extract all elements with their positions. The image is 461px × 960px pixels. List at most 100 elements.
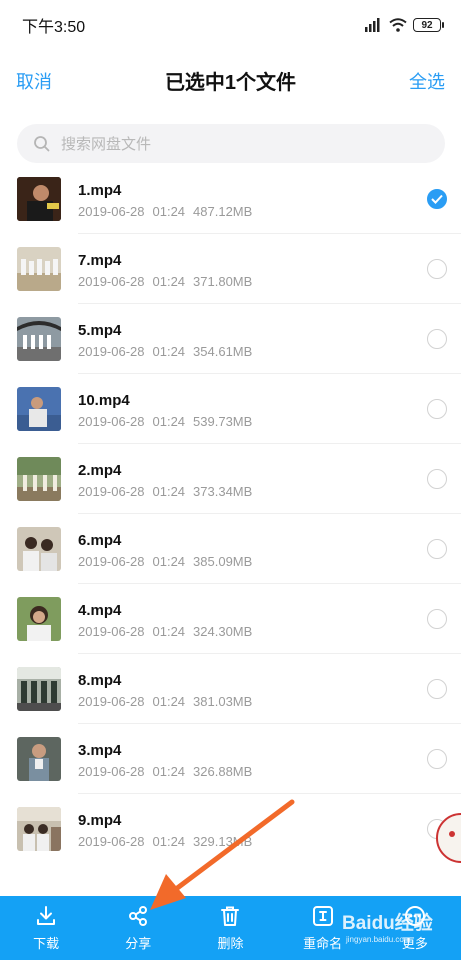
file-time: 01:24 bbox=[152, 274, 186, 289]
file-name: 2.mp4 bbox=[78, 462, 122, 479]
file-meta: 2019-06-28 01:24 385.09MB bbox=[78, 554, 260, 569]
file-size: 373.34MB bbox=[193, 484, 253, 499]
cancel-button[interactable]: 取消 bbox=[16, 68, 52, 94]
video-thumbnail bbox=[17, 177, 61, 221]
share-button[interactable]: 分享 bbox=[92, 896, 184, 960]
video-thumbnail bbox=[17, 387, 61, 431]
search-input[interactable]: 搜索网盘文件 bbox=[17, 124, 445, 163]
file-size: 329.13MB bbox=[193, 834, 253, 849]
file-name: 1.mp4 bbox=[78, 182, 122, 199]
file-row[interactable]: 3.mp4 2019-06-28 01:24 326.88MB bbox=[0, 724, 461, 794]
file-date: 2019-06-28 bbox=[78, 484, 145, 499]
file-date: 2019-06-28 bbox=[78, 554, 145, 569]
file-row[interactable]: 5.mp4 2019-06-28 01:24 354.61MB bbox=[0, 304, 461, 374]
file-name: 3.mp4 bbox=[78, 742, 122, 759]
select-checkbox[interactable] bbox=[427, 399, 447, 419]
file-name: 5.mp4 bbox=[78, 322, 122, 339]
video-thumbnail bbox=[17, 247, 61, 291]
file-row[interactable]: 6.mp4 2019-06-28 01:24 385.09MB bbox=[0, 514, 461, 584]
wifi-icon bbox=[389, 18, 407, 32]
file-name: 9.mp4 bbox=[78, 812, 122, 829]
file-row[interactable]: 4.mp4 2019-06-28 01:24 324.30MB bbox=[0, 584, 461, 654]
file-name: 6.mp4 bbox=[78, 532, 122, 549]
file-row[interactable]: 2.mp4 2019-06-28 01:24 373.34MB bbox=[0, 444, 461, 514]
trash-icon bbox=[221, 906, 240, 926]
file-time: 01:24 bbox=[152, 624, 186, 639]
file-name: 4.mp4 bbox=[78, 602, 122, 619]
share-label: 分享 bbox=[125, 935, 152, 951]
file-meta: 2019-06-28 01:24 326.88MB bbox=[78, 764, 260, 779]
select-checkbox[interactable] bbox=[427, 329, 447, 349]
file-meta: 2019-06-28 01:24 373.34MB bbox=[78, 484, 260, 499]
select-checkbox[interactable] bbox=[427, 609, 447, 629]
video-thumbnail bbox=[17, 317, 61, 361]
file-row[interactable]: 10.mp4 2019-06-28 01:24 539.73MB bbox=[0, 374, 461, 444]
file-list: 1.mp4 2019-06-28 01:24 487.12MB 7.mp4 2019… bbox=[0, 164, 461, 864]
rename-icon bbox=[312, 905, 333, 926]
file-meta: 2019-06-28 01:24 329.13MB bbox=[78, 834, 260, 849]
video-thumbnail bbox=[17, 457, 61, 501]
file-meta: 2019-06-28 01:24 487.12MB bbox=[78, 204, 260, 219]
file-size: 539.73MB bbox=[193, 414, 253, 429]
rename-label: 重命名 bbox=[303, 935, 343, 951]
file-time: 01:24 bbox=[152, 834, 186, 849]
download-icon bbox=[37, 905, 56, 925]
file-name: 8.mp4 bbox=[78, 672, 122, 689]
search-icon bbox=[34, 135, 50, 151]
baidu-watermark: Baidu经验 bbox=[342, 913, 433, 934]
file-size: 487.12MB bbox=[193, 204, 253, 219]
share-icon bbox=[129, 905, 148, 926]
file-row[interactable]: 8.mp4 2019-06-28 01:24 381.03MB bbox=[0, 654, 461, 724]
status-bar: 下午3:50 92 bbox=[0, 0, 461, 50]
baidu-watermark-url: jingyan.baidu.com bbox=[346, 935, 411, 944]
file-date: 2019-06-28 bbox=[78, 764, 145, 779]
video-thumbnail bbox=[17, 527, 61, 571]
select-all-button[interactable]: 全选 bbox=[409, 68, 445, 94]
file-date: 2019-06-28 bbox=[78, 204, 145, 219]
select-checkbox[interactable] bbox=[427, 189, 447, 209]
download-button[interactable]: 下载 bbox=[0, 896, 92, 960]
file-size: 326.88MB bbox=[193, 764, 253, 779]
video-thumbnail bbox=[17, 737, 61, 781]
file-time: 01:24 bbox=[152, 764, 186, 779]
file-date: 2019-06-28 bbox=[78, 344, 145, 359]
file-time: 01:24 bbox=[152, 694, 186, 709]
file-date: 2019-06-28 bbox=[78, 414, 145, 429]
file-size: 381.03MB bbox=[193, 694, 253, 709]
delete-label: 删除 bbox=[217, 935, 244, 951]
video-thumbnail bbox=[17, 597, 61, 641]
file-time: 01:24 bbox=[152, 204, 186, 219]
file-size: 354.61MB bbox=[193, 344, 253, 359]
file-row[interactable]: 1.mp4 2019-06-28 01:24 487.12MB bbox=[0, 164, 461, 234]
video-thumbnail bbox=[17, 807, 61, 851]
status-icons: 92 bbox=[363, 18, 444, 32]
header: 取消 已选中1个文件 全选 bbox=[0, 50, 461, 110]
file-meta: 2019-06-28 01:24 371.80MB bbox=[78, 274, 260, 289]
file-meta: 2019-06-28 01:24 354.61MB bbox=[78, 344, 260, 359]
select-checkbox[interactable] bbox=[427, 259, 447, 279]
download-label: 下载 bbox=[33, 935, 60, 951]
file-row[interactable]: 7.mp4 2019-06-28 01:24 371.80MB bbox=[0, 234, 461, 304]
file-time: 01:24 bbox=[152, 344, 186, 359]
file-time: 01:24 bbox=[152, 484, 186, 499]
file-size: 385.09MB bbox=[193, 554, 253, 569]
file-date: 2019-06-28 bbox=[78, 274, 145, 289]
status-time: 下午3:50 bbox=[22, 19, 86, 36]
select-checkbox[interactable] bbox=[427, 679, 447, 699]
file-date: 2019-06-28 bbox=[78, 624, 145, 639]
file-date: 2019-06-28 bbox=[78, 694, 145, 709]
select-checkbox[interactable] bbox=[427, 539, 447, 559]
file-meta: 2019-06-28 01:24 539.73MB bbox=[78, 414, 260, 429]
select-checkbox[interactable] bbox=[427, 469, 447, 489]
search-placeholder: 搜索网盘文件 bbox=[61, 136, 152, 153]
battery-icon: 92 bbox=[413, 18, 444, 32]
file-row[interactable]: 9.mp4 2019-06-28 01:24 329.13MB bbox=[0, 794, 461, 864]
select-checkbox[interactable] bbox=[427, 749, 447, 769]
file-meta: 2019-06-28 01:24 381.03MB bbox=[78, 694, 260, 709]
check-icon bbox=[431, 194, 443, 204]
file-time: 01:24 bbox=[152, 554, 186, 569]
file-meta: 2019-06-28 01:24 324.30MB bbox=[78, 624, 260, 639]
delete-button[interactable]: 删除 bbox=[184, 896, 276, 960]
file-size: 371.80MB bbox=[193, 274, 253, 289]
file-date: 2019-06-28 bbox=[78, 834, 145, 849]
